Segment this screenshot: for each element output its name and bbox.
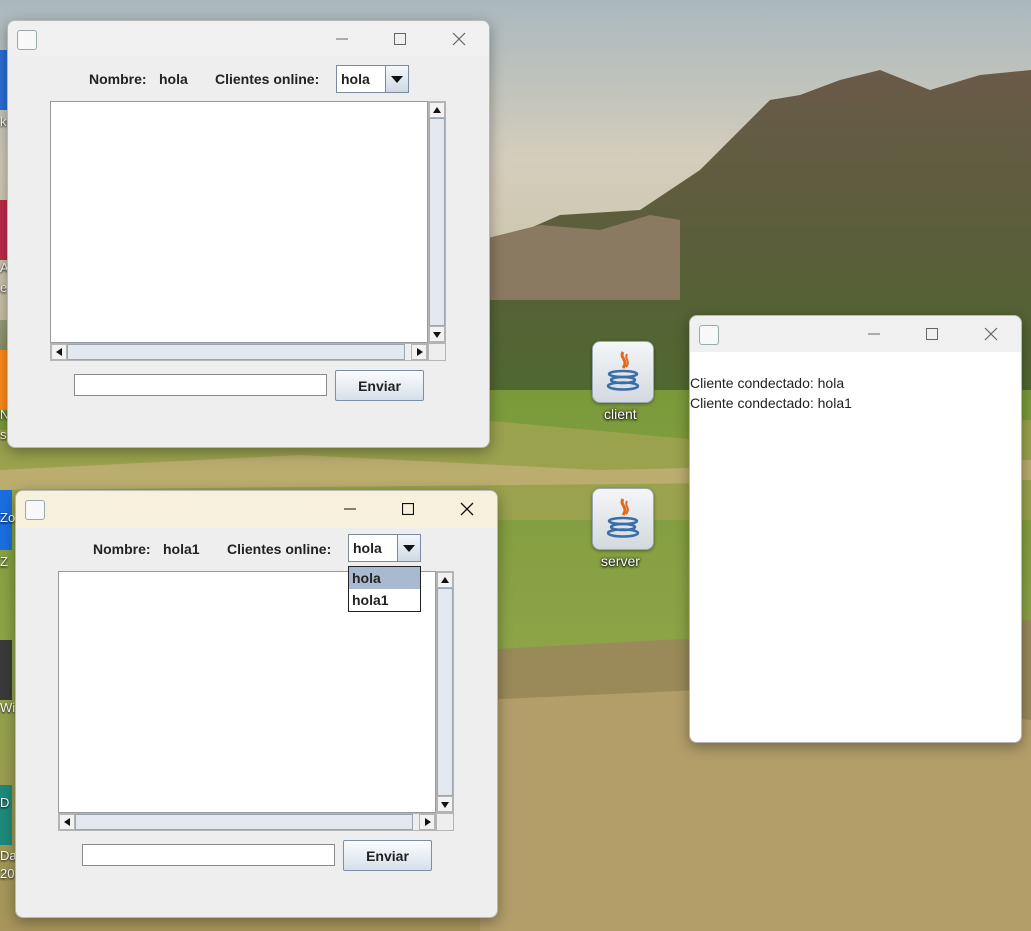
java-icon[interactable] (699, 325, 719, 345)
desktop-edge-label: D (0, 795, 10, 810)
scroll-thumb[interactable] (67, 344, 405, 360)
close-button[interactable] (436, 21, 482, 57)
java-icon[interactable] (17, 30, 37, 50)
minimize-button[interactable] (851, 316, 897, 352)
log-line: Cliente condectado: hola (690, 375, 845, 391)
message-input[interactable] (82, 844, 335, 866)
close-icon (452, 32, 466, 46)
online-clients-label: Clientes online: (227, 541, 332, 557)
send-button[interactable]: Enviar (343, 840, 432, 871)
name-value: hola (159, 71, 188, 87)
desktop-icon-server[interactable] (592, 488, 654, 550)
chevron-down-icon[interactable] (397, 535, 420, 561)
minimize-button[interactable] (319, 21, 365, 57)
vertical-scrollbar[interactable] (428, 101, 446, 343)
horizontal-scrollbar[interactable] (58, 813, 436, 831)
close-button[interactable] (444, 491, 490, 527)
minimize-button[interactable] (327, 491, 373, 527)
desktop-icon-server-label: server (601, 553, 640, 569)
java-icon[interactable] (25, 500, 45, 520)
message-input[interactable] (74, 374, 327, 396)
vertical-scrollbar[interactable] (436, 571, 454, 813)
close-icon (984, 327, 998, 341)
scroll-thumb[interactable] (429, 118, 445, 326)
scroll-down-button[interactable] (437, 796, 453, 812)
scroll-thumb[interactable] (75, 814, 413, 830)
client-window-1: Nombre: hola Clientes online: hola Envia… (7, 20, 490, 448)
desktop-edge-label: s (0, 427, 7, 442)
maximize-button[interactable] (909, 316, 955, 352)
desktop-edge-label: 20 (0, 866, 15, 881)
desktop-edge-label: Wi (0, 700, 16, 715)
minimize-icon (868, 333, 880, 335)
horizontal-scrollbar[interactable] (50, 343, 428, 361)
java-icon (606, 498, 640, 538)
close-button[interactable] (968, 316, 1014, 352)
online-clients-label: Clientes online: (215, 71, 320, 87)
desktop-edge-icon-5[interactable] (0, 640, 12, 700)
maximize-button[interactable] (377, 21, 423, 57)
dropdown-option-hola[interactable]: hola (349, 567, 420, 589)
scroll-right-button[interactable] (411, 344, 427, 360)
name-label: Nombre: (93, 541, 151, 557)
maximize-icon (394, 33, 406, 45)
desktop-edge-icon-6[interactable] (0, 785, 12, 845)
desktop-icon-client[interactable] (592, 341, 654, 403)
java-icon (606, 351, 640, 391)
online-clients-combo[interactable]: hola (336, 65, 409, 93)
dropdown-option-hola1[interactable]: hola1 (349, 589, 420, 611)
scroll-corner (436, 813, 454, 831)
send-button[interactable]: Enviar (335, 370, 424, 401)
scroll-left-button[interactable] (59, 814, 75, 830)
online-clients-dropdown[interactable]: hola hola1 (348, 566, 421, 612)
maximize-button[interactable] (385, 491, 431, 527)
desktop-icon-client-label: client (604, 406, 637, 422)
titlebar[interactable] (8, 21, 489, 57)
combo-selected-value: hola (353, 540, 382, 556)
titlebar[interactable] (16, 491, 497, 527)
close-icon (460, 502, 474, 516)
scroll-thumb[interactable] (437, 588, 453, 796)
scroll-down-button[interactable] (429, 326, 445, 342)
maximize-icon (926, 328, 938, 340)
server-window: Cliente condectado: hola Cliente condect… (689, 315, 1022, 743)
client-window-2: Nombre: hola1 Clientes online: hola Envi… (15, 490, 498, 918)
minimize-icon (344, 508, 356, 510)
minimize-icon (336, 38, 348, 40)
scroll-left-button[interactable] (51, 344, 67, 360)
chat-text-area[interactable] (50, 101, 428, 343)
scroll-corner (428, 343, 446, 361)
online-clients-combo[interactable]: hola (348, 534, 421, 562)
chevron-down-icon[interactable] (385, 66, 408, 92)
scroll-up-button[interactable] (437, 572, 453, 588)
log-line: Cliente condectado: hola1 (690, 395, 852, 411)
combo-selected-value: hola (341, 71, 370, 87)
name-label: Nombre: (89, 71, 147, 87)
titlebar[interactable] (690, 316, 1021, 352)
server-log-area[interactable]: Cliente condectado: hola Cliente condect… (690, 352, 1021, 742)
maximize-icon (402, 503, 414, 515)
desktop-edge-label: Z (0, 554, 8, 569)
scroll-up-button[interactable] (429, 102, 445, 118)
name-value: hola1 (163, 541, 200, 557)
scroll-right-button[interactable] (419, 814, 435, 830)
desktop-edge-label: Zo (0, 510, 16, 525)
